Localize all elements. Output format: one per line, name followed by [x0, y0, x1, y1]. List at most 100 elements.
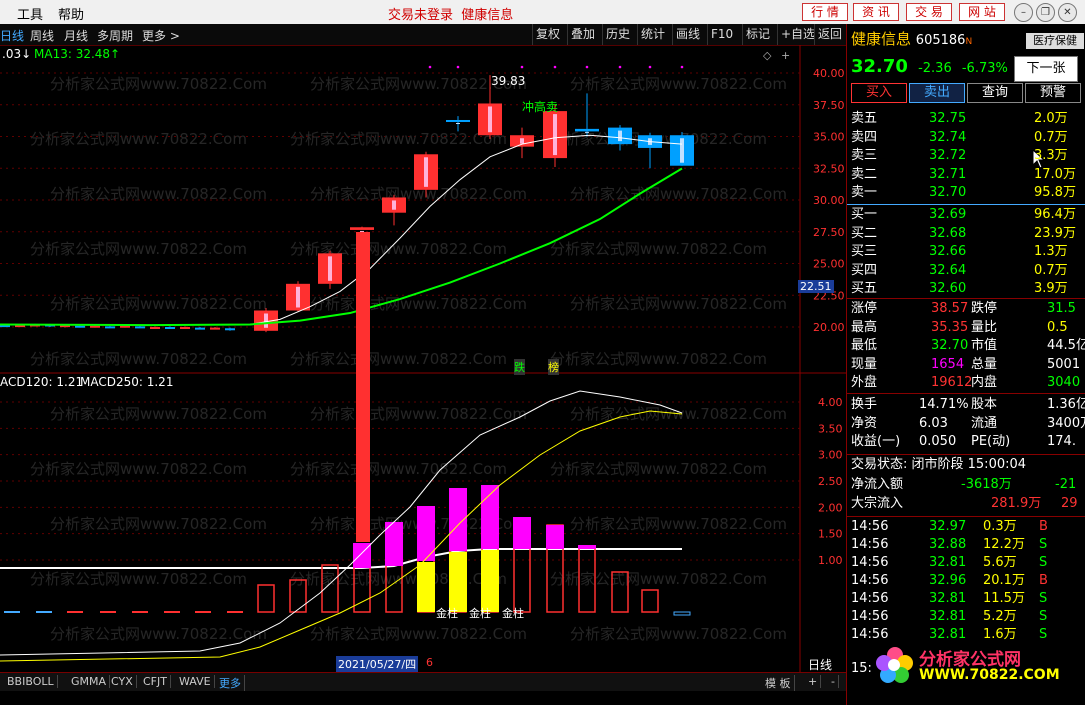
menu-help[interactable]: 帮助 [58, 4, 84, 23]
divider [847, 516, 1085, 517]
menu-bar: 工具 帮助 交易未登录 健康信息 行 情 资 讯 交 易 网 站 – ❐ ✕ [0, 0, 1085, 25]
candle-highlight [585, 131, 589, 133]
stat-value: 19612 [931, 375, 973, 390]
candle-body [446, 119, 470, 122]
fund-value: 6.03 [919, 415, 948, 431]
stat-value: 32.70 [931, 338, 969, 353]
price-tick: 40.00 [813, 67, 845, 80]
back-button[interactable]: 返回 [814, 24, 845, 45]
tab-multi-period[interactable]: 多周期 [97, 27, 133, 44]
macd-tick: 2.50 [818, 475, 843, 488]
buy-button[interactable]: 买入 [851, 83, 907, 103]
fund-key: 流通 [971, 415, 998, 431]
website-button[interactable]: 网 站 [959, 3, 1005, 21]
bid-label: 买五 [851, 281, 878, 296]
add-tab-icon[interactable]: + [805, 675, 822, 688]
fuquan-button[interactable]: 复权 [532, 24, 563, 45]
chart-canvas[interactable]: 40.0037.5035.0032.5030.0027.5025.0022.50… [0, 45, 846, 672]
restore-icon[interactable]: ❐ [1036, 3, 1055, 22]
tick-side: B [1039, 519, 1048, 534]
tick-price: 32.96 [929, 573, 967, 588]
news-button[interactable]: 资 讯 [853, 3, 899, 21]
ask-volume: 0.7万 [1034, 129, 1068, 145]
sector-badge[interactable]: 医疗保健 [1026, 33, 1084, 49]
query-button[interactable]: 查询 [967, 83, 1023, 103]
price-tick: 27.50 [813, 226, 845, 239]
watermark-text: 分析家公式网www.70822.Com [310, 295, 527, 313]
overlay-button[interactable]: 叠加 [567, 24, 598, 45]
indicator-tabs: BBIBOLL GMMA CYX CFJT WAVE 更多 模 板 + - [0, 672, 846, 691]
bid-volume: 3.9万 [1034, 281, 1068, 296]
tab-gmma[interactable]: GMMA [68, 675, 111, 688]
tab-monthly[interactable]: 月线 [64, 27, 88, 44]
trade-button[interactable]: 交 易 [906, 3, 952, 21]
draw-button[interactable]: 画线 [672, 24, 703, 45]
stat-key: 现量 [851, 356, 878, 372]
price-tick: 35.00 [813, 131, 845, 144]
watermark-text: 分析家公式网www.70822.Com [290, 460, 507, 478]
bid-price: 32.60 [929, 281, 967, 296]
stat-key: 内盘 [971, 375, 998, 390]
macd-dash [673, 611, 691, 616]
watermark-text: 分析家公式网www.70822.Com [570, 185, 787, 203]
stat-key: 最低 [851, 338, 878, 353]
fund-value: 1.36亿 [1047, 397, 1085, 412]
alert-button[interactable]: 预警 [1025, 83, 1081, 103]
tab-cfjt[interactable]: CFJT [140, 675, 171, 688]
tick-time: 14:56 [851, 519, 889, 534]
sell-button[interactable]: 卖出 [909, 83, 965, 103]
next-stock-button[interactable]: 下一张 [1014, 56, 1078, 82]
diamond-icon[interactable]: ◇ [763, 49, 771, 62]
current-price-tag: 22.51 [798, 280, 834, 293]
template-button[interactable]: 模 板 [762, 675, 795, 691]
quote-panel: 健康信息 605186N 医疗保健 下一张 32.70 -2.36 -6.73%… [846, 24, 1085, 705]
price-tick: 37.50 [813, 99, 845, 112]
tab-more[interactable]: 更多 > [142, 27, 180, 44]
add-watchlist-button[interactable]: +自选 [777, 24, 818, 45]
menu-tools[interactable]: 工具 [17, 4, 43, 23]
bid-label: 买一 [851, 207, 878, 222]
orderbook-divider [847, 204, 1085, 205]
candle-body [210, 327, 220, 330]
ask-row: 卖二 32.71 17.0万 [851, 166, 1085, 183]
stat-key: 量比 [971, 319, 998, 335]
tick-price: 32.88 [929, 537, 967, 552]
macd-dash [100, 611, 116, 613]
mark-button[interactable]: 标记 [742, 24, 773, 45]
stat-row: 现量 1654 总量 5001 [851, 356, 1085, 373]
tab-cyx[interactable]: CYX [108, 675, 137, 688]
remove-tab-icon[interactable]: - [828, 675, 839, 688]
history-button[interactable]: 历史 [602, 24, 633, 45]
stat-key: 总量 [971, 356, 998, 372]
macd-magenta-bar [578, 545, 596, 549]
candle-highlight [296, 286, 300, 308]
macd-baseline-right [361, 548, 682, 569]
tick-volume: 1.6万 [983, 627, 1017, 642]
f10-button[interactable]: F10 [707, 24, 736, 45]
close-icon[interactable]: ✕ [1058, 3, 1077, 22]
tick-volume: 0.3万 [983, 519, 1017, 534]
candle-highlight [618, 130, 622, 142]
stats-button[interactable]: 统计 [637, 24, 668, 45]
watermark-text: 分析家公式网www.70822.Com [30, 460, 247, 478]
ask-row: 卖四 32.74 0.7万 [851, 129, 1085, 146]
tab-more-indicators[interactable]: 更多 [216, 675, 245, 691]
chart-area[interactable]: 40.00 37.50 35.00 32.50 30.00 27.50 25.00 22.50… [0, 45, 846, 685]
zoom-in-icon[interactable]: + [781, 49, 790, 62]
tab-wave[interactable]: WAVE [176, 675, 215, 688]
max-price-label: 39.83 [491, 74, 526, 88]
tick-row: 14:56 32.88 12.2万 S [851, 536, 1085, 553]
quote-button[interactable]: 行 情 [802, 3, 848, 21]
minimize-icon[interactable]: – [1014, 3, 1033, 22]
bid-row: 买一 32.69 96.4万 [851, 206, 1085, 223]
annotation-die: 跌 [514, 359, 525, 375]
tick-time: 14:56 [851, 609, 889, 624]
stat-value: 44.5亿 [1047, 338, 1085, 353]
bid-volume: 96.4万 [1034, 207, 1076, 222]
fund-row: 净资 6.03 流通 3400万 [851, 415, 1085, 432]
macd-hollow-bar [641, 589, 659, 613]
tab-daily[interactable]: 日线 [0, 27, 24, 44]
tab-weekly[interactable]: 周线 [30, 27, 54, 44]
tab-bbiboll[interactable]: BBIBOLL [4, 675, 58, 688]
bid-row: 买五 32.60 3.9万 [851, 280, 1085, 297]
